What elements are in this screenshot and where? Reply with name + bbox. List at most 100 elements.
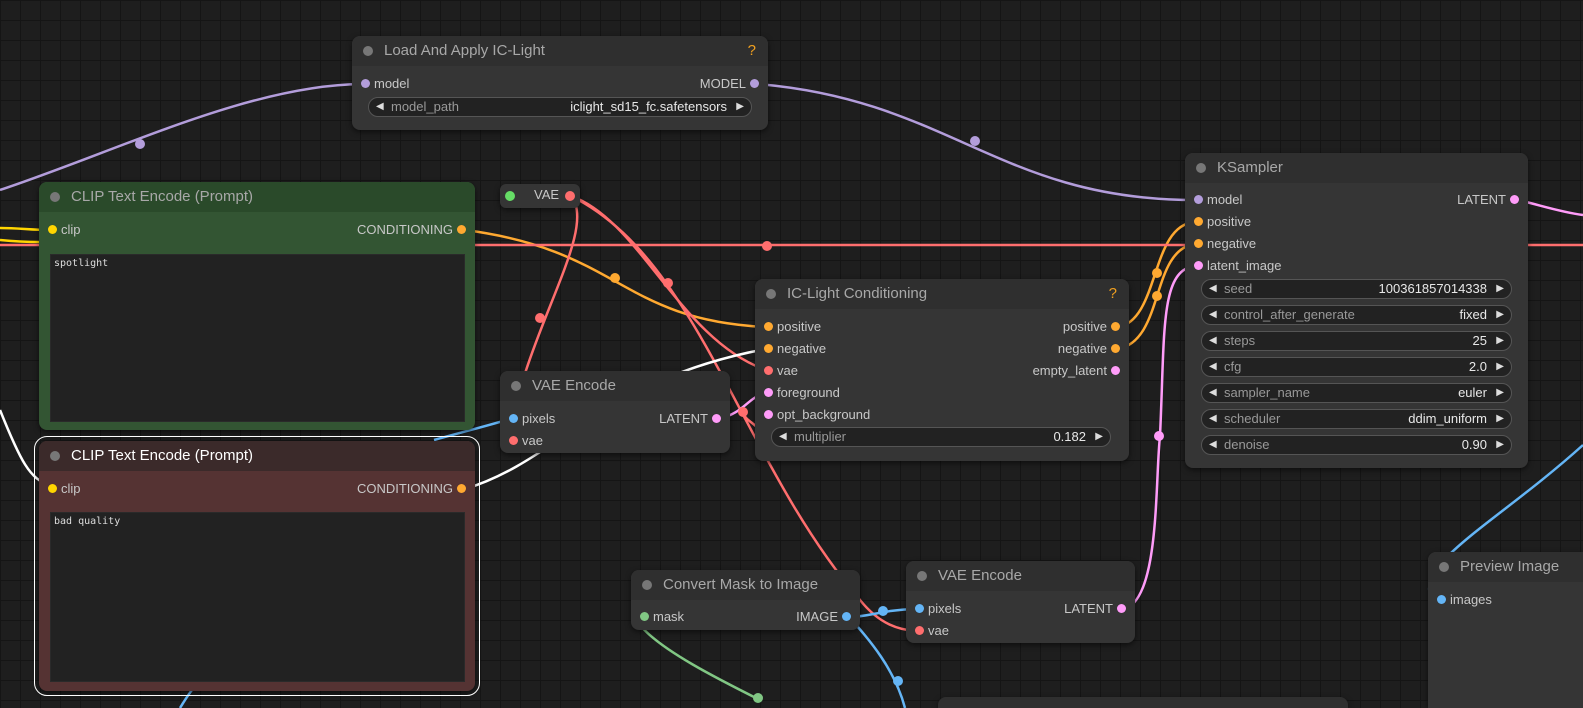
output-slot-conditioning[interactable]: CONDITIONING: [357, 479, 471, 499]
collapse-dot-icon[interactable]: [917, 571, 927, 581]
output-slot-negative[interactable]: negative: [1058, 339, 1125, 359]
slot-dot-icon[interactable]: [712, 414, 721, 423]
node-partial-bottom[interactable]: [938, 697, 1348, 708]
output-slot-empty-latent[interactable]: empty_latent: [1033, 361, 1125, 381]
input-slot-negative[interactable]: negative: [1189, 234, 1256, 254]
slot-dot-icon[interactable]: [457, 484, 466, 493]
arrow-right-icon[interactable]: ▶: [1496, 384, 1504, 402]
slot-dot-icon[interactable]: [1111, 344, 1120, 353]
wire-mask[interactable]: [639, 624, 761, 702]
arrow-left-icon[interactable]: ◀: [779, 428, 787, 446]
node-vae-encode-1[interactable]: VAE Encode pixels LATENT vae: [500, 371, 730, 453]
input-slot-pixels[interactable]: pixels: [910, 599, 961, 619]
node-title[interactable]: Load And Apply IC-Light ?: [352, 36, 768, 66]
node-iclight-conditioning[interactable]: IC-Light Conditioning ? positive negativ…: [755, 279, 1129, 461]
slot-dot-icon[interactable]: [764, 388, 773, 397]
slot-dot-icon[interactable]: [509, 436, 518, 445]
slot-dot-icon[interactable]: [1194, 239, 1203, 248]
node-title[interactable]: VAE Encode: [906, 561, 1135, 591]
widget-steps[interactable]: ◀ steps 25 ▶: [1201, 331, 1512, 351]
arrow-right-icon[interactable]: ▶: [1496, 410, 1504, 428]
slot-dot-icon[interactable]: [1510, 195, 1519, 204]
node-title[interactable]: CLIP Text Encode (Prompt): [39, 441, 475, 471]
input-slot-images[interactable]: images: [1432, 590, 1492, 610]
slot-dot-icon[interactable]: [764, 366, 773, 375]
collapse-dot-icon[interactable]: [1439, 562, 1449, 572]
slot-dot-icon[interactable]: [48, 225, 57, 234]
node-title[interactable]: Preview Image: [1428, 552, 1583, 582]
arrow-right-icon[interactable]: ▶: [1496, 358, 1504, 376]
input-slot-positive[interactable]: positive: [1189, 212, 1251, 232]
slot-dot-icon[interactable]: [1111, 366, 1120, 375]
input-slot-latent-image[interactable]: latent_image: [1189, 256, 1281, 276]
slot-dot-icon[interactable]: [1194, 261, 1203, 270]
collapse-dot-icon[interactable]: [511, 381, 521, 391]
arrow-left-icon[interactable]: ◀: [1209, 280, 1217, 298]
node-preview-image[interactable]: Preview Image images: [1428, 552, 1583, 708]
widget-cfg[interactable]: ◀ cfg 2.0 ▶: [1201, 357, 1512, 377]
input-slot-clip[interactable]: clip: [43, 479, 81, 499]
input-slot-vae[interactable]: vae: [910, 621, 949, 641]
arrow-left-icon[interactable]: ◀: [1209, 410, 1217, 428]
node-load-iclight[interactable]: Load And Apply IC-Light ? model MODEL ◀ …: [352, 36, 768, 130]
collapse-dot-icon[interactable]: [766, 289, 776, 299]
input-slot-pixels[interactable]: pixels: [504, 409, 555, 429]
slot-dot-icon[interactable]: [1117, 604, 1126, 613]
slot-dot-icon[interactable]: [1437, 595, 1446, 604]
arrow-right-icon[interactable]: ▶: [1496, 332, 1504, 350]
slot-dot-icon[interactable]: [842, 612, 851, 621]
slot-dot-icon[interactable]: [640, 612, 649, 621]
input-slot-foreground[interactable]: foreground: [759, 383, 840, 403]
output-slot-conditioning[interactable]: CONDITIONING: [357, 220, 471, 240]
slot-dot-icon[interactable]: [915, 626, 924, 635]
prompt-textarea[interactable]: bad quality: [50, 512, 465, 682]
arrow-left-icon[interactable]: ◀: [1209, 436, 1217, 454]
wire-image-bottom[interactable]: [178, 689, 193, 708]
input-slot-negative[interactable]: negative: [759, 339, 826, 359]
node-clip-text-positive[interactable]: CLIP Text Encode (Prompt) clip CONDITION…: [39, 182, 475, 430]
slot-dot-icon[interactable]: [457, 225, 466, 234]
slot-dot-icon[interactable]: [764, 344, 773, 353]
arrow-left-icon[interactable]: ◀: [1209, 332, 1217, 350]
slot-dot-icon[interactable]: [750, 79, 759, 88]
output-slot-positive[interactable]: positive: [1063, 317, 1125, 337]
output-slot-latent[interactable]: LATENT: [659, 409, 726, 429]
widget-scheduler[interactable]: ◀ scheduler ddim_uniform ▶: [1201, 409, 1512, 429]
node-title[interactable]: VAE Encode: [500, 371, 730, 401]
slot-dot-icon[interactable]: [764, 322, 773, 331]
node-title[interactable]: Convert Mask to Image: [631, 570, 860, 600]
widget-denoise[interactable]: ◀ denoise 0.90 ▶: [1201, 435, 1512, 455]
output-slot-image[interactable]: IMAGE: [796, 607, 856, 627]
widget-sampler-name[interactable]: ◀ sampler_name euler ▶: [1201, 383, 1512, 403]
node-vae-reroute[interactable]: VAE: [500, 184, 580, 208]
node-clip-text-negative[interactable]: CLIP Text Encode (Prompt) clip CONDITION…: [34, 436, 480, 696]
arrow-left-icon[interactable]: ◀: [1209, 358, 1217, 376]
slot-dot-icon[interactable]: [915, 604, 924, 613]
input-slot-positive[interactable]: positive: [759, 317, 821, 337]
input-slot-model[interactable]: model: [1189, 190, 1242, 210]
wire-clip-neg[interactable]: [0, 238, 41, 244]
slot-dot-icon[interactable]: [509, 414, 518, 423]
arrow-left-icon[interactable]: ◀: [1209, 384, 1217, 402]
collapse-dot-icon[interactable]: [1196, 163, 1206, 173]
input-dot-icon[interactable]: [505, 191, 515, 201]
input-slot-mask[interactable]: mask: [635, 607, 684, 627]
collapse-dot-icon[interactable]: [363, 46, 373, 56]
node-vae-encode-2[interactable]: VAE Encode pixels LATENT vae: [906, 561, 1135, 643]
slot-dot-icon[interactable]: [48, 484, 57, 493]
collapse-dot-icon[interactable]: [50, 451, 60, 461]
arrow-left-icon[interactable]: ◀: [376, 98, 384, 116]
help-icon[interactable]: ?: [1109, 279, 1117, 309]
slot-dot-icon[interactable]: [764, 410, 773, 419]
slot-dot-icon[interactable]: [1194, 195, 1203, 204]
input-slot-clip[interactable]: clip: [43, 220, 81, 240]
arrow-right-icon[interactable]: ▶: [1496, 436, 1504, 454]
slot-dot-icon[interactable]: [1194, 217, 1203, 226]
node-title[interactable]: KSampler: [1185, 153, 1528, 183]
slot-dot-icon[interactable]: [1111, 322, 1120, 331]
arrow-left-icon[interactable]: ◀: [1209, 306, 1217, 324]
output-slot-latent[interactable]: LATENT: [1064, 599, 1131, 619]
wire-image-down[interactable]: [848, 616, 907, 708]
input-slot-vae[interactable]: vae: [759, 361, 798, 381]
collapse-dot-icon[interactable]: [50, 192, 60, 202]
